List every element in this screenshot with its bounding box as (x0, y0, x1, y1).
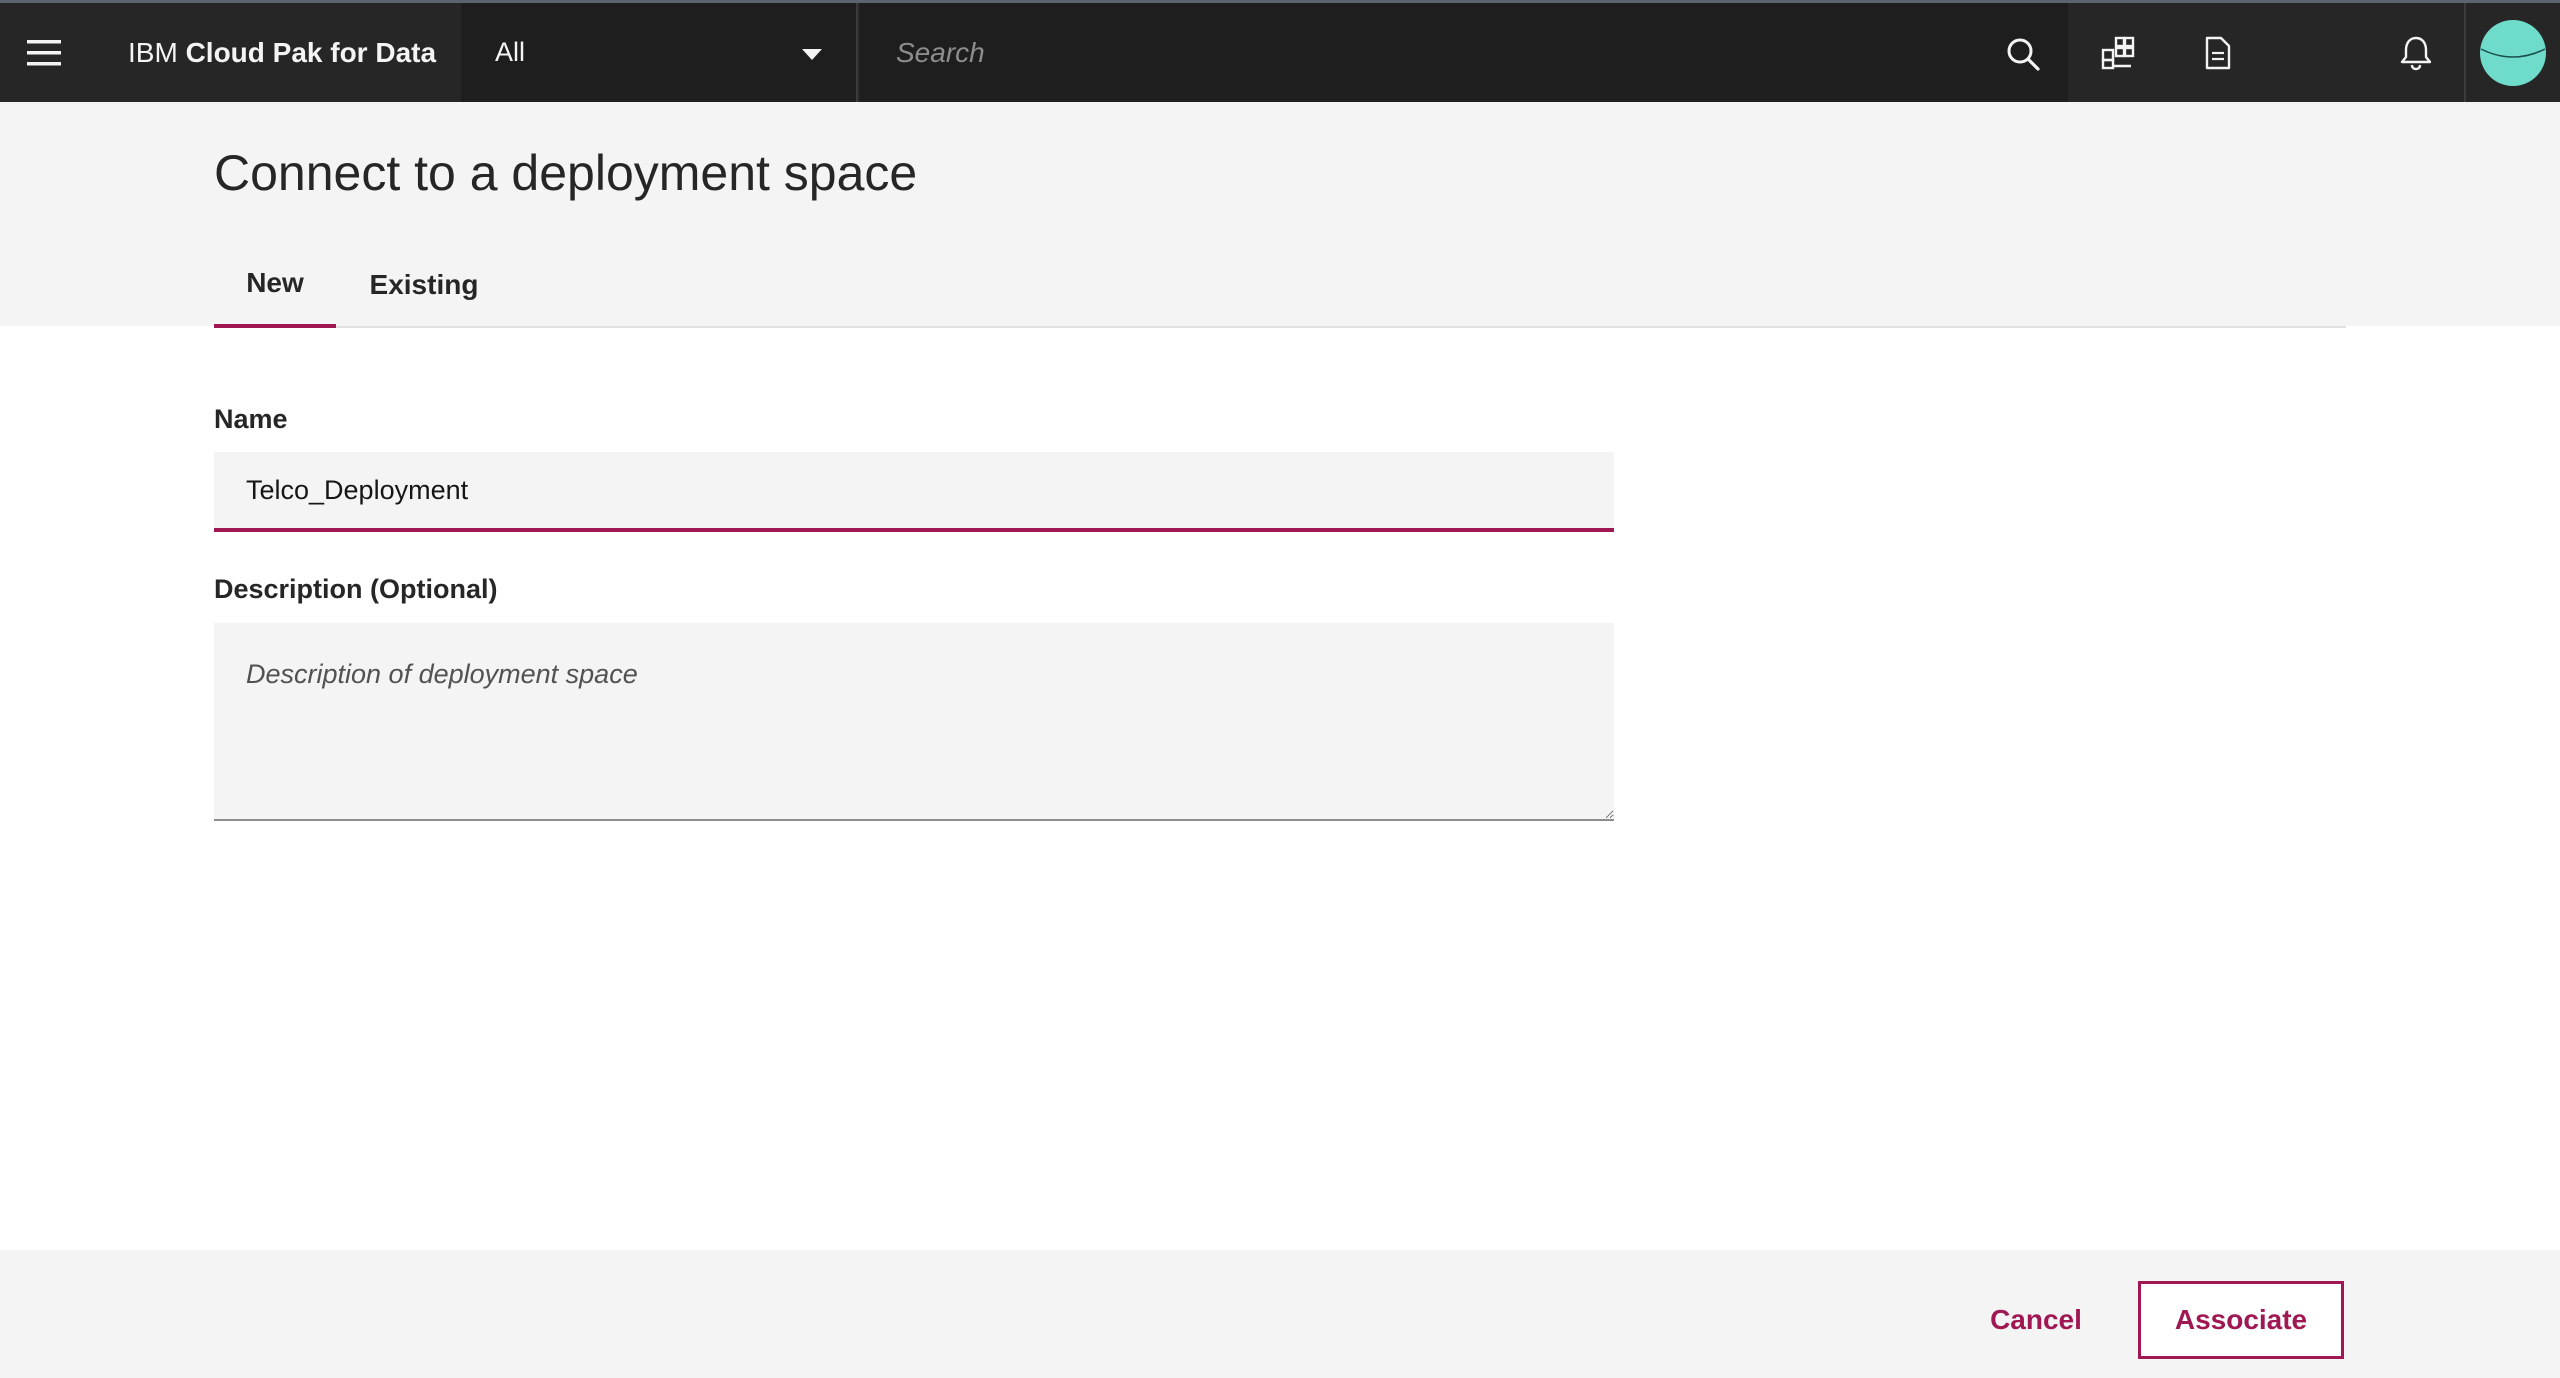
menu-icon[interactable] (0, 3, 88, 102)
search-input[interactable] (860, 3, 1960, 102)
modal-footer: Cancel Associate (0, 1250, 2560, 1378)
search-icon[interactable] (2006, 37, 2040, 71)
tab-new-label: New (246, 267, 304, 298)
cancel-button[interactable]: Cancel (1960, 1281, 2112, 1359)
tab-existing[interactable]: Existing (346, 242, 502, 328)
tab-new[interactable]: New (214, 242, 336, 328)
name-input[interactable] (214, 452, 1614, 532)
associate-button[interactable]: Associate (2138, 1281, 2344, 1359)
notification-bell-icon[interactable] (2368, 3, 2464, 102)
tab-existing-label: Existing (369, 269, 479, 300)
product-brand[interactable]: IBM Cloud Pak for Data (128, 3, 436, 102)
search-bar (860, 3, 2068, 102)
avatar (2480, 19, 2546, 86)
brand-prefix: IBM (128, 36, 178, 68)
document-icon[interactable] (2170, 3, 2266, 102)
apps-icon[interactable] (2070, 3, 2166, 102)
tab-list: New Existing (214, 242, 2346, 328)
page-title: Connect to a deployment space (214, 145, 918, 201)
chevron-down-icon (802, 49, 822, 60)
description-textarea[interactable] (214, 623, 1614, 821)
brand-name: Cloud Pak for Data (185, 36, 437, 68)
user-avatar-button[interactable] (2464, 3, 2560, 102)
name-label: Name (214, 404, 288, 434)
top-nav-bar: IBM Cloud Pak for Data All (0, 0, 2560, 102)
scope-value: All (495, 37, 526, 67)
description-label: Description (Optional) (214, 574, 498, 604)
scope-dropdown[interactable]: All (461, 3, 858, 102)
page-header: Connect to a deployment space New Existi… (0, 102, 2560, 328)
